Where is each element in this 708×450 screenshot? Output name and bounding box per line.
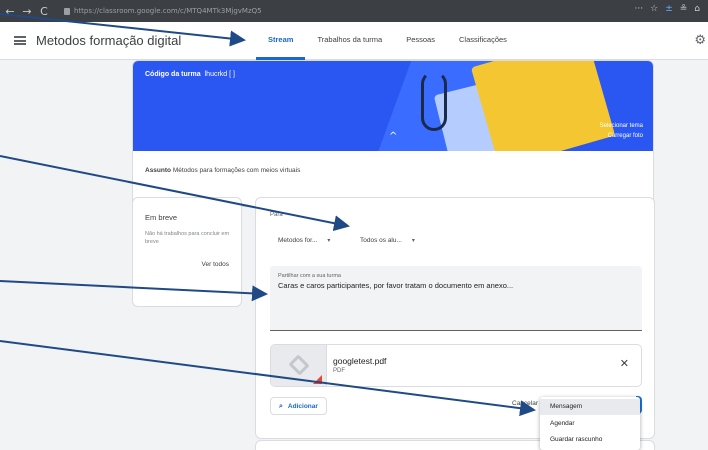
page-title[interactable]: Metodos formação digital — [36, 33, 181, 48]
profile-icon[interactable]: ≗ — [680, 4, 688, 14]
subject-label: Assunto — [145, 167, 171, 174]
upcoming-card: Em breve Não há trabalhos para concluir … — [132, 197, 242, 307]
tab-classwork[interactable]: Trabalhos da turma — [305, 22, 394, 60]
classroom-page: Metodos formação digital Stream Trabalho… — [0, 22, 708, 450]
tab-bar: Stream Trabalhos da turma Pessoas Classi… — [256, 22, 519, 60]
tab-stream[interactable]: Stream — [256, 22, 306, 60]
upload-photo-link[interactable]: Carregar foto — [608, 133, 643, 139]
view-all-link[interactable]: Ver todos — [202, 261, 229, 268]
paperclip-icon: ⌕ — [279, 401, 283, 410]
textarea-value: Caras e caros participantes, por favor t… — [278, 281, 514, 290]
post-options-menu: Mensagem Agendar Guardar rascunho — [540, 397, 640, 450]
menu-item-save-draft[interactable]: Guardar rascunho — [540, 432, 640, 448]
chevron-up-icon[interactable]: ^ — [389, 131, 397, 142]
upcoming-title: Em breve — [145, 213, 178, 222]
audience-select-value: Todos os alu... — [360, 236, 402, 244]
reload-icon[interactable]: C — [37, 5, 51, 18]
browser-toolbar: ← → C https://classroom.google.com/c/MTQ… — [0, 0, 708, 22]
address-bar[interactable]: https://classroom.google.com/c/MTQ4MTk3M… — [64, 4, 494, 18]
drive-icon — [288, 354, 310, 376]
attachment-name: googletest.pdf — [333, 356, 387, 366]
announcement-textarea[interactable]: Partilhar com a sua turma Caras e caros … — [270, 266, 642, 331]
class-subject: Assunto Métodos para formações com meios… — [145, 167, 300, 174]
chevron-down-icon: ▾ — [411, 236, 415, 244]
add-button-label: Adicionar — [287, 402, 318, 410]
menu-item-schedule[interactable]: Agendar — [540, 416, 640, 432]
more-icon[interactable]: ··· — [635, 4, 644, 14]
class-code-value[interactable]: lhucrkd [ ] — [205, 71, 235, 78]
banner-book-illustration — [470, 61, 616, 151]
app-bar: Metodos formação digital Stream Trabalho… — [0, 22, 708, 60]
attachment-chip[interactable]: googletest.pdf PDF ✕ — [270, 344, 642, 387]
textarea-label: Partilhar com a sua turma — [278, 273, 341, 279]
home-icon[interactable]: ⌂ — [694, 4, 700, 14]
subject-value: Métodos para formações com meios virtuai… — [172, 167, 301, 174]
headphones-illustration — [421, 71, 447, 131]
add-button[interactable]: ⌕ Adicionar — [270, 397, 327, 415]
tab-grades[interactable]: Classificações — [447, 22, 519, 60]
lock-icon — [64, 7, 70, 15]
cancel-button[interactable]: Cancelar — [512, 400, 538, 407]
menu-item-post[interactable]: Mensagem — [540, 399, 640, 415]
audience-select[interactable]: Todos os alu... ▾ — [360, 232, 415, 248]
close-icon[interactable]: ✕ — [620, 357, 629, 370]
back-icon[interactable]: ← — [3, 5, 17, 18]
for-label: Para — [270, 212, 283, 218]
class-code: Código da turma lhucrkd [ ] — [145, 71, 235, 78]
pdf-icon — [313, 375, 322, 384]
menu-icon[interactable] — [14, 36, 26, 45]
select-theme-link[interactable]: Selecionar tema — [600, 123, 643, 129]
class-banner-card: Código da turma lhucrkd [ ] ^ Selecionar … — [132, 60, 654, 207]
upcoming-empty-note: Não há trabalhos para concluir em breve — [145, 231, 230, 245]
forward-icon[interactable]: → — [20, 5, 34, 18]
chevron-down-icon: ▾ — [327, 236, 331, 244]
url-text: https://classroom.google.com/c/MTQ4MTk3M… — [74, 7, 262, 15]
class-select[interactable]: Metodos for... ▾ — [278, 232, 330, 248]
browser-tools: ··· ☆ ± ≗ ⌂ — [635, 4, 700, 14]
class-select-value: Metodos for... — [278, 236, 318, 244]
star-icon[interactable]: ☆ — [650, 4, 658, 14]
attachment-thumbnail — [271, 345, 327, 386]
attachment-type: PDF — [333, 368, 345, 374]
download-icon[interactable]: ± — [665, 4, 673, 14]
gear-icon[interactable]: ⚙ — [694, 33, 706, 48]
tab-people[interactable]: Pessoas — [394, 22, 447, 60]
class-code-label: Código da turma — [145, 71, 201, 78]
class-banner: Código da turma lhucrkd [ ] ^ Selecionar … — [133, 61, 653, 151]
